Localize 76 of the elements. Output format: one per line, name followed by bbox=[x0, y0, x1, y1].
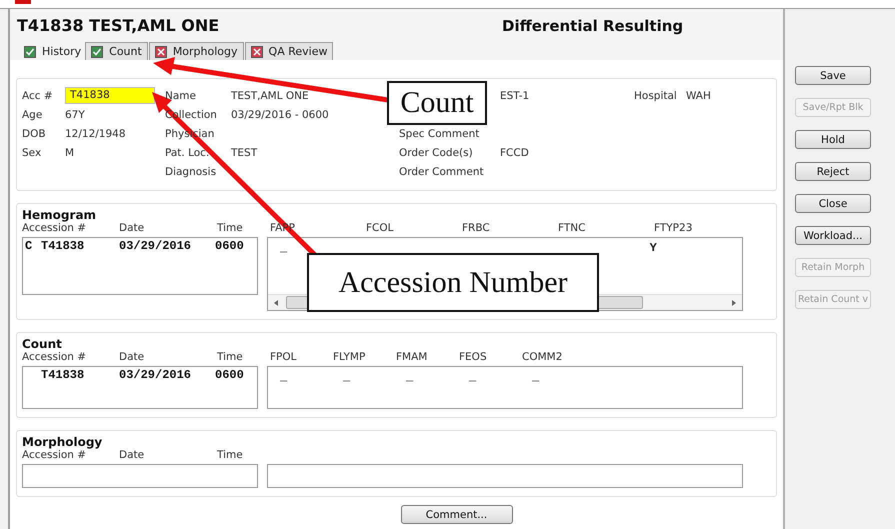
comment-button[interactable]: Comment... bbox=[400, 505, 512, 524]
table-cell-text: 0600 bbox=[215, 368, 245, 382]
field-label: Hospital bbox=[634, 90, 678, 102]
field-label: Order Code(s) bbox=[399, 146, 474, 158]
field-label: DOB bbox=[22, 128, 47, 140]
field-label: Spec Comment bbox=[399, 128, 480, 140]
action-button[interactable]: Reject bbox=[795, 162, 871, 181]
field-label: Sex bbox=[22, 146, 42, 158]
column-header: COMM2 bbox=[522, 351, 562, 363]
scroll-left-icon[interactable] bbox=[274, 300, 278, 306]
column-header: FMAM bbox=[396, 351, 428, 363]
column-header: Date bbox=[119, 351, 146, 365]
column-header: Date bbox=[119, 222, 146, 236]
action-button[interactable]: Workload... bbox=[795, 226, 871, 245]
field-value: WAH bbox=[686, 90, 712, 102]
field-label: Name bbox=[165, 90, 197, 102]
column-header: FTNC bbox=[558, 222, 586, 234]
action-button[interactable]: Hold bbox=[795, 130, 871, 149]
column-header: Accession # bbox=[22, 222, 88, 236]
tab[interactable]: Count bbox=[85, 42, 148, 60]
field-value: 03/29/2016 - 0600 bbox=[231, 108, 330, 120]
field-value: 67Y bbox=[65, 108, 86, 120]
results-grid[interactable] bbox=[267, 464, 743, 488]
field-label: Diagnosis bbox=[165, 166, 218, 178]
field-value: FCCD bbox=[500, 146, 530, 158]
callout-tooltip: Accession Number bbox=[307, 253, 599, 312]
status-flag-text: C bbox=[25, 239, 32, 253]
window-title: T41838 TEST,AML ONE bbox=[17, 16, 220, 35]
field-value: 12/12/1948 bbox=[65, 128, 127, 140]
table-cell-text: 0600 bbox=[215, 239, 245, 253]
field-label: Age bbox=[22, 108, 44, 120]
section-title: Morphology bbox=[22, 435, 104, 449]
column-header: FCOL bbox=[366, 222, 394, 234]
field-value: M bbox=[65, 146, 76, 158]
tab[interactable]: Morphology bbox=[148, 42, 244, 60]
accession-list[interactable]: C T41838 03/29/2016 0600 bbox=[22, 237, 258, 295]
table-cell-text: 03/29/2016 bbox=[119, 368, 192, 382]
results-grid[interactable]: _ _ _ _ _ bbox=[267, 366, 743, 409]
column-header: Time bbox=[217, 222, 244, 236]
tab[interactable]: QA Review bbox=[244, 42, 334, 60]
scroll-right-icon[interactable] bbox=[732, 300, 736, 306]
screen-title: Differential Resulting bbox=[502, 16, 684, 34]
table-cell: _ bbox=[280, 370, 288, 384]
column-header: FEOS bbox=[459, 351, 487, 363]
action-button[interactable]: Close bbox=[795, 194, 871, 213]
column-header: Time bbox=[217, 449, 244, 463]
column-header: Accession # bbox=[22, 449, 88, 463]
field-label: Order Comment bbox=[399, 166, 485, 178]
column-header: Date bbox=[119, 449, 146, 463]
field-label: Acc # bbox=[22, 90, 54, 102]
section-title: Count bbox=[22, 337, 63, 351]
accession-list[interactable] bbox=[22, 464, 258, 488]
column-header: Time bbox=[217, 351, 244, 365]
accession-field[interactable]: T41838 bbox=[65, 87, 155, 104]
column-header: Accession # bbox=[22, 351, 88, 365]
column-header: FRBC bbox=[462, 222, 490, 234]
table-cell: _ bbox=[280, 241, 288, 255]
table-cell: _ bbox=[406, 370, 414, 384]
table-cell: _ bbox=[343, 370, 350, 384]
action-button[interactable]: Save bbox=[795, 66, 871, 85]
column-header: FTYP23 bbox=[654, 222, 692, 234]
table-cell-text: T41838 bbox=[41, 368, 86, 382]
table-cell-text: T41838 bbox=[41, 239, 86, 253]
section-title: Hemogram bbox=[22, 208, 98, 222]
field-label: Pat. Loc. bbox=[165, 146, 210, 158]
accession-list[interactable]: T41838 03/29/2016 0600 bbox=[22, 366, 258, 409]
table-cell-text: 03/29/2016 bbox=[119, 239, 192, 253]
field-value: TEST,AML ONE bbox=[231, 90, 310, 102]
callout-tooltip: Count bbox=[387, 81, 487, 125]
column-header: FPOL bbox=[270, 351, 296, 363]
field-value: TEST bbox=[231, 146, 258, 158]
column-header: FLYMP bbox=[333, 351, 366, 363]
field-value: EST-1 bbox=[500, 90, 530, 102]
table-cell: _ bbox=[469, 370, 476, 384]
table-cell: _ bbox=[532, 370, 540, 384]
table-cell: Y bbox=[650, 241, 657, 255]
